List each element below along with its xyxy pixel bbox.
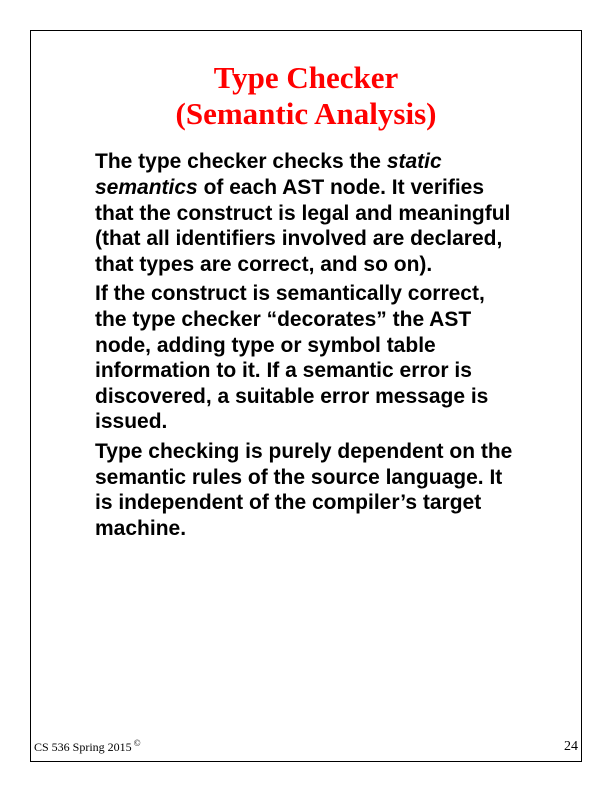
page-number: 24 xyxy=(564,739,578,755)
paragraph-2: If the construct is semantically correct… xyxy=(95,281,517,435)
copyright-icon: © xyxy=(134,738,141,748)
title-line-1: Type Checker xyxy=(95,60,517,96)
paragraph-3: Type checking is purely dependent on the… xyxy=(95,439,517,541)
p1-pre: The type checker checks the xyxy=(95,150,387,173)
footer-left: CS 536 Spring 2015 © xyxy=(34,740,141,755)
title-line-2: (Semantic Analysis) xyxy=(95,96,517,132)
footer: CS 536 Spring 2015 © 24 xyxy=(34,739,578,755)
slide-title: Type Checker (Semantic Analysis) xyxy=(95,60,517,131)
paragraph-1: The type checker checks the static seman… xyxy=(95,149,517,277)
slide-content: Type Checker (Semantic Analysis) The typ… xyxy=(95,60,517,545)
course-label: CS 536 Spring 2015 xyxy=(34,740,132,755)
